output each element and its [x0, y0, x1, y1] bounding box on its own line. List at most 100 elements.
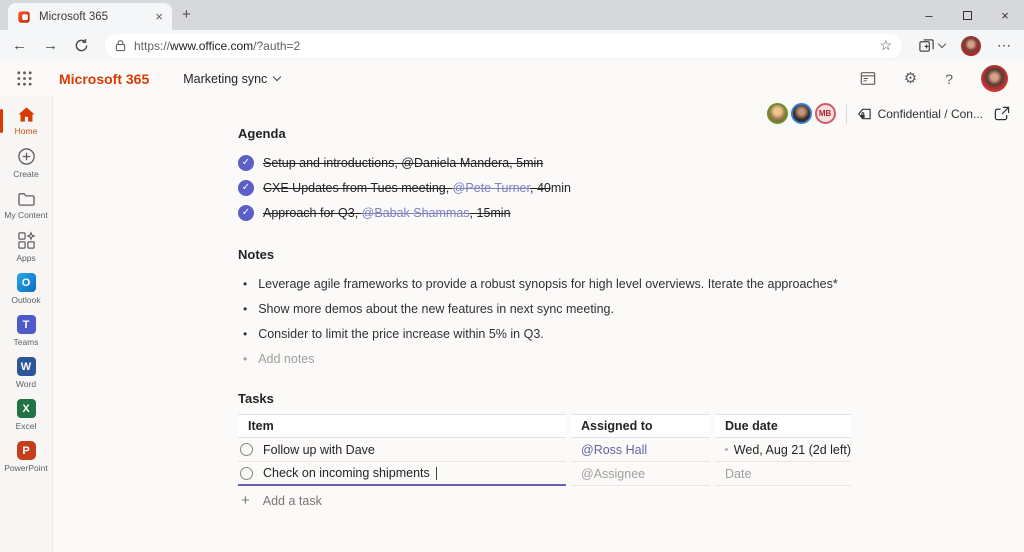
sidebar-item-label: Home: [15, 126, 38, 136]
checked-checkbox-icon[interactable]: ✓: [238, 180, 254, 196]
maximize-icon: [963, 11, 972, 20]
bullet-icon: •: [243, 327, 247, 341]
assignee-mention[interactable]: @Ross Hall: [581, 443, 647, 457]
collections-button[interactable]: [918, 37, 945, 54]
task-item-text: Check on incoming shipments: [263, 466, 430, 480]
sidebar-item-label: Apps: [16, 253, 35, 263]
share-icon[interactable]: [993, 106, 1010, 122]
folder-icon: [17, 191, 36, 207]
agenda-text-segment: , 15min: [470, 206, 511, 220]
sensitivity-label-icon: [857, 107, 872, 121]
tab-close-icon[interactable]: ×: [155, 10, 163, 23]
bullet-icon: •: [243, 277, 247, 291]
note-text: Show more demos about the new features i…: [258, 302, 614, 316]
column-header-assigned-to[interactable]: Assigned to: [571, 414, 710, 438]
add-notes-placeholder[interactable]: • Add notes: [238, 346, 878, 371]
sidebar-item-outlook[interactable]: O Outlook: [0, 268, 52, 310]
powerpoint-icon: P: [17, 441, 36, 460]
plus-icon: +: [241, 493, 250, 508]
column-header-item[interactable]: Item: [238, 414, 566, 438]
minimize-button[interactable]: –: [910, 0, 948, 30]
collaborator-avatar[interactable]: MB: [815, 103, 836, 124]
word-icon: W: [17, 357, 36, 376]
new-tab-button[interactable]: +: [182, 6, 191, 23]
agenda-text-segment: Setup and introductions, @Daniela Mander…: [263, 156, 543, 170]
content-top-bar: MB Confidential / Con...: [767, 103, 1010, 124]
close-window-button[interactable]: ×: [986, 0, 1024, 30]
sensitivity-label-text: Confidential / Con...: [878, 107, 983, 121]
checked-checkbox-icon[interactable]: ✓: [238, 155, 254, 171]
apps-grid-icon: [17, 231, 36, 250]
forward-button[interactable]: →: [43, 38, 58, 53]
sidebar-item-create[interactable]: Create: [0, 142, 52, 184]
refresh-button[interactable]: [74, 38, 89, 53]
app-sidebar: Home Create My Content: [0, 96, 53, 552]
maximize-button[interactable]: [948, 0, 986, 30]
tasks-section: Tasks Item Assigned to Due date Follow u…: [238, 391, 878, 508]
sidebar-item-powerpoint[interactable]: P PowerPoint: [0, 436, 52, 478]
back-button[interactable]: ←: [12, 38, 27, 53]
tasks-table: Item Assigned to Due date Follow up with…: [238, 414, 851, 486]
task-checkbox[interactable]: [240, 467, 253, 480]
sidebar-item-excel[interactable]: X Excel: [0, 394, 52, 436]
checked-checkbox-icon[interactable]: ✓: [238, 205, 254, 221]
note-item[interactable]: • Leverage agile frameworks to provide a…: [238, 271, 878, 296]
address-bar[interactable]: https://www.office.com/?auth=2 ☆: [105, 34, 902, 58]
url-host: www.office.com: [170, 39, 253, 53]
calendar-icon: [725, 443, 728, 456]
agenda-item-text[interactable]: CXE Updates from Tues meeting, @Pete Tur…: [263, 181, 571, 195]
app-launcher-waffle-icon[interactable]: [16, 70, 33, 87]
browser-profile-avatar[interactable]: [961, 36, 981, 56]
table-row: Follow up with Dave @Ross Hall: [238, 438, 851, 462]
collections-icon: [918, 37, 935, 54]
active-indicator: [0, 109, 3, 133]
favorite-star-icon[interactable]: ☆: [879, 37, 892, 54]
task-assignee-cell[interactable]: @Assignee: [571, 462, 710, 486]
sidebar-item-apps[interactable]: Apps: [0, 226, 52, 268]
agenda-item-text[interactable]: Setup and introductions, @Daniela Mander…: [263, 156, 543, 170]
document-title[interactable]: Marketing sync: [183, 72, 280, 86]
task-item-text: Follow up with Dave: [263, 443, 375, 457]
sidebar-item-home[interactable]: Home: [0, 100, 52, 142]
note-item[interactable]: • Show more demos about the new features…: [238, 296, 878, 321]
notes-section: Notes • Leverage agile frameworks to pro…: [238, 247, 878, 371]
settings-gear-icon[interactable]: ⚙: [904, 71, 917, 86]
task-due-cell[interactable]: Wed, Aug 21 (2d left): [715, 438, 851, 462]
sensitivity-label[interactable]: Confidential / Con...: [857, 107, 983, 121]
tab-strip: Microsoft 365 × + – ×: [0, 0, 1024, 30]
agenda-section: Agenda ✓ Setup and introductions, @Danie…: [238, 126, 878, 225]
collaborator-avatar[interactable]: [767, 103, 788, 124]
column-header-due-date[interactable]: Due date: [715, 414, 851, 438]
chevron-down-icon: [273, 73, 281, 81]
sidebar-item-label: My Content: [4, 210, 47, 220]
task-due-cell[interactable]: Date: [715, 462, 851, 486]
add-task-button[interactable]: + Add a task: [238, 493, 878, 508]
task-item-cell-editing[interactable]: Check on incoming shipments: [238, 462, 566, 486]
browser-tab[interactable]: Microsoft 365 ×: [8, 3, 172, 30]
task-assignee-cell[interactable]: @Ross Hall: [571, 438, 710, 462]
document-sections: Agenda ✓ Setup and introductions, @Danie…: [238, 126, 878, 508]
browser-menu-button[interactable]: ⋯: [997, 37, 1012, 54]
panel-view-icon[interactable]: [860, 71, 876, 86]
notes-list: • Leverage agile frameworks to provide a…: [238, 271, 878, 371]
task-item-cell[interactable]: Follow up with Dave: [238, 438, 566, 462]
collaborator-avatars: MB: [767, 103, 836, 124]
due-date-text: Wed, Aug 21 (2d left): [734, 443, 851, 457]
home-icon: [17, 106, 36, 123]
brand-title[interactable]: Microsoft 365: [59, 71, 149, 87]
agenda-item-text[interactable]: Approach for Q3, @Babak Shammas, 15min: [263, 206, 511, 220]
divider: [846, 104, 847, 124]
note-item[interactable]: • Consider to limit the price increase w…: [238, 321, 878, 346]
sidebar-item-label: Teams: [13, 337, 38, 347]
sidebar-item-word[interactable]: W Word: [0, 352, 52, 394]
help-icon[interactable]: ?: [945, 71, 953, 87]
sidebar-item-my-content[interactable]: My Content: [0, 184, 52, 226]
account-avatar[interactable]: [981, 65, 1008, 92]
agenda-list: ✓ Setup and introductions, @Daniela Mand…: [238, 150, 878, 225]
browser-toolbar: ← → https://www.office.com/?auth=2 ☆ ⋯: [0, 30, 1024, 61]
task-checkbox[interactable]: [240, 443, 253, 456]
document-content: MB Confidential / Con...: [53, 96, 1024, 552]
sidebar-item-teams[interactable]: T Teams: [0, 310, 52, 352]
mention: @Pete Turner: [453, 181, 530, 195]
collaborator-avatar[interactable]: [791, 103, 812, 124]
